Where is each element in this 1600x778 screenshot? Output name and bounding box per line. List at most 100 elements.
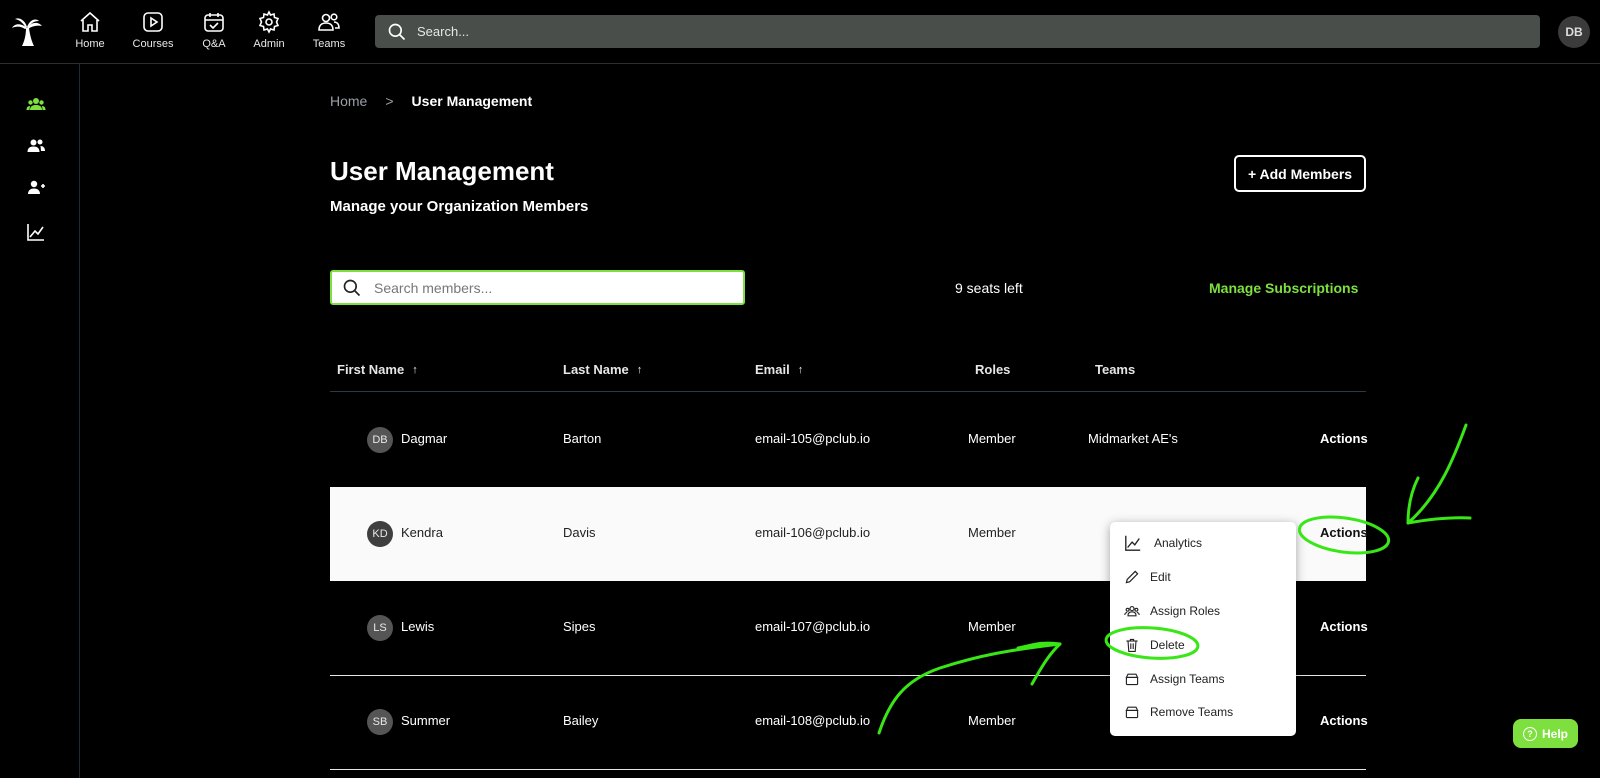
menu-item-label: Assign Teams <box>1150 672 1225 686</box>
gear-icon <box>258 10 280 34</box>
last-name-cell: Sipes <box>563 619 596 634</box>
actions-button[interactable]: Actions <box>1320 431 1368 446</box>
nav-home[interactable]: Home <box>60 10 120 50</box>
page-subtitle: Manage your Organization Members <box>330 198 589 215</box>
first-name-cell: Dagmar <box>401 431 448 446</box>
roles-header-label: Roles <box>975 362 1011 377</box>
avatar: DB <box>367 427 393 453</box>
table-header: First Name ↑ Last Name ↑ Email ↑ Roles T… <box>330 352 1366 392</box>
nav-teams-label: Teams <box>312 38 346 50</box>
menu-item-analytics[interactable]: Analytics <box>1124 534 1202 552</box>
menu-item-assign-teams[interactable]: Assign Teams <box>1124 671 1224 687</box>
menu-item-delete[interactable]: Delete <box>1124 637 1185 653</box>
menu-item-edit[interactable]: Edit <box>1124 569 1171 585</box>
first-name-header-label: First Name <box>337 362 405 377</box>
role-cell: Member <box>968 431 1016 446</box>
breadcrumb-current: User Management <box>411 93 533 109</box>
email-cell: email-106@pclub.io <box>755 525 871 540</box>
chart-icon <box>1125 535 1141 551</box>
global-search-bar[interactable] <box>375 15 1540 48</box>
menu-item-label: Analytics <box>1154 536 1203 550</box>
role-cell: Member <box>968 713 1016 728</box>
help-label: Help <box>1541 726 1568 741</box>
menu-item-label: Assign Roles <box>1150 604 1221 618</box>
actions-menu: Analytics Edit Assign Roles Delete Assig… <box>1110 522 1296 736</box>
users-icon <box>318 13 340 31</box>
menu-item-label: Edit <box>1150 570 1171 584</box>
breadcrumb: Home > User Management <box>330 93 532 109</box>
breadcrumb-home[interactable]: Home <box>330 93 367 109</box>
box-icon <box>1125 706 1139 719</box>
global-search-input[interactable] <box>417 24 1517 39</box>
sort-arrow-icon: ↑ <box>636 363 643 376</box>
annotation-arrow-actions <box>1406 423 1472 525</box>
actions-button[interactable]: Actions <box>1320 713 1368 728</box>
column-header-first-name[interactable]: First Name ↑ <box>337 362 418 377</box>
last-name-cell: Bailey <box>563 713 599 728</box>
add-members-button[interactable]: + Add Members <box>1234 155 1366 192</box>
users-cog-icon <box>1124 606 1140 617</box>
nav-qa-label: Q&A <box>202 38 226 50</box>
first-name-cell: Summer <box>401 713 451 728</box>
user-avatar[interactable]: DB <box>1558 16 1590 48</box>
page-title: User Management <box>330 156 554 186</box>
row-divider <box>330 769 1366 770</box>
nav-qa[interactable]: Q&A <box>184 10 244 50</box>
nav-courses[interactable]: Courses <box>123 10 183 50</box>
top-navigation-bar: Home Courses Q&A Admin Teams DB <box>0 0 1600 64</box>
actions-button[interactable]: Actions <box>1320 525 1368 540</box>
sort-arrow-icon: ↑ <box>797 363 804 376</box>
email-cell: email-107@pclub.io <box>755 619 871 634</box>
email-cell: email-108@pclub.io <box>755 713 871 728</box>
menu-item-label: Remove Teams <box>1150 705 1234 719</box>
actions-button[interactable]: Actions <box>1320 619 1368 634</box>
email-cell: email-105@pclub.io <box>755 431 871 446</box>
manage-subscriptions-link[interactable]: Manage Subscriptions <box>1209 280 1358 296</box>
pencil-icon <box>1125 570 1139 584</box>
role-cell: Member <box>968 525 1016 540</box>
teams-header-label: Teams <box>1095 362 1136 377</box>
avatar: KD <box>367 521 393 547</box>
menu-item-label: Delete <box>1150 638 1185 652</box>
menu-item-remove-teams[interactable]: Remove Teams <box>1124 704 1233 720</box>
column-header-roles: Roles <box>975 362 1010 377</box>
group-icon[interactable] <box>26 94 46 114</box>
avatar: LS <box>367 615 393 641</box>
avatar: SB <box>367 709 393 735</box>
nav-courses-label: Courses <box>132 38 174 50</box>
seats-left-text: 9 seats left <box>955 280 1023 296</box>
users-icon[interactable] <box>26 136 46 156</box>
palm-tree-logo-icon[interactable] <box>10 14 44 48</box>
play-icon <box>143 12 163 32</box>
column-header-teams: Teams <box>1095 362 1135 377</box>
trash-icon <box>1126 638 1138 652</box>
first-name-cell: Kendra <box>401 525 443 540</box>
table-row[interactable]: DB Dagmar Barton email-105@pclub.io Memb… <box>330 393 1368 487</box>
left-sidebar <box>0 64 80 778</box>
box-icon <box>1125 673 1139 686</box>
calendar-check-icon <box>204 13 224 32</box>
nav-admin-label: Admin <box>253 38 285 50</box>
help-button[interactable]: ? Help <box>1513 719 1578 748</box>
search-icon <box>388 23 406 40</box>
nav-teams[interactable]: Teams <box>299 10 359 50</box>
sort-arrow-icon: ↑ <box>412 363 418 376</box>
member-search-input[interactable] <box>374 279 734 296</box>
add-user-icon[interactable] <box>26 178 46 198</box>
breadcrumb-separator: > <box>385 93 394 109</box>
last-name-cell: Davis <box>563 525 596 540</box>
last-name-cell: Barton <box>563 431 602 446</box>
question-icon: ? <box>1522 726 1537 741</box>
member-search-box[interactable] <box>330 270 745 305</box>
nav-home-label: Home <box>75 38 105 50</box>
column-header-last-name[interactable]: Last Name ↑ <box>563 362 642 377</box>
last-name-header-label: Last Name <box>563 362 629 377</box>
nav-admin[interactable]: Admin <box>239 10 299 50</box>
menu-item-assign-roles[interactable]: Assign Roles <box>1124 603 1220 619</box>
team-cell: Midmarket AE's <box>1088 431 1178 446</box>
home-icon <box>80 11 100 32</box>
column-header-email[interactable]: Email ↑ <box>755 362 803 377</box>
first-name-cell: Lewis <box>401 619 435 634</box>
email-header-label: Email <box>755 362 790 377</box>
chart-icon[interactable] <box>26 222 46 242</box>
